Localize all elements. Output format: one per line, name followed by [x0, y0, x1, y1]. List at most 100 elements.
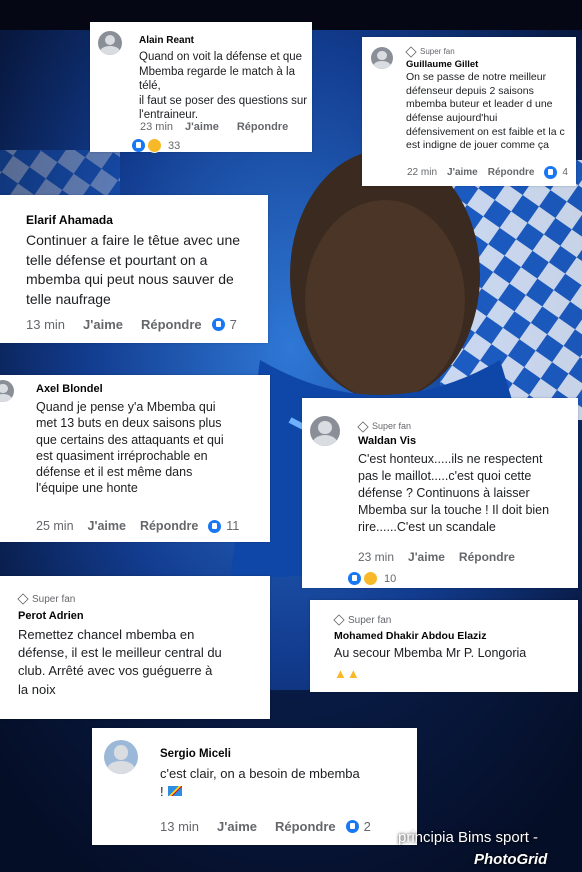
reply-button[interactable]: Répondre	[275, 819, 336, 834]
comment-time: 13 min	[26, 317, 66, 332]
avatar[interactable]	[98, 31, 122, 55]
haha-reaction-icon	[147, 138, 162, 153]
comment-line: défense ? Continuons à laisser	[358, 485, 530, 500]
comment-line: telle défense et pourtant on a	[26, 251, 208, 268]
like-reaction-icon	[132, 139, 145, 152]
comment-line: mbemba qui peut nous sauver de	[26, 271, 234, 288]
commenter-name[interactable]: Mohamed Dhakir Abdou Elaziz	[334, 630, 486, 642]
comment-card-axel-blondel: Axel Blondel Quand je pense y'a Mbemba q…	[0, 375, 270, 542]
like-reaction-icon	[211, 318, 225, 331]
commenter-name[interactable]: Guillaume Gillet	[406, 59, 478, 70]
reply-button[interactable]: Répondre	[237, 121, 288, 133]
super-fan-icon	[17, 593, 29, 606]
comment-time: 23 min	[358, 550, 395, 564]
commenter-name[interactable]: Perot Adrien	[18, 610, 84, 622]
comment-line: que certains des attaquants et qui	[36, 432, 224, 447]
like-count: 2	[345, 819, 371, 834]
comment-line: !	[160, 783, 360, 801]
comment-line: club. Arrêté avec vos guéguerre à	[18, 663, 213, 679]
reply-button[interactable]: Répondre	[459, 550, 515, 564]
comment-line: est indigne de jouer comme ça	[406, 139, 549, 152]
flag-emoji-icon	[167, 786, 182, 797]
comment-line: pas le maillot.....c'est quoi cette	[358, 468, 532, 483]
comment-line: défense, il est le meilleur central du	[18, 645, 222, 661]
comment-line: mbemba buteur et leader d une	[406, 98, 553, 111]
comment-card-waldan-vis: Super fan Waldan Vis C'est honteux.....i…	[302, 398, 578, 588]
folded-hands-emoji-icon: ▲▲	[334, 666, 360, 681]
comment-time: 13 min	[160, 819, 200, 834]
like-button[interactable]: J'aime	[83, 317, 123, 332]
comment-line: C'est honteux.....ils ne respectent	[358, 452, 543, 466]
reply-button[interactable]: Répondre	[488, 167, 535, 178]
comment-text: Continuer a faire le têtue avec une tell…	[26, 231, 240, 309]
like-count: 4	[544, 166, 568, 179]
comment-card-mohamed-dhakir: Super fan Mohamed Dhakir Abdou Elaziz Au…	[310, 600, 578, 692]
comment-actions: 23 min J'aime Répondre	[140, 121, 288, 133]
photogrid-watermark: PhotoGrid	[474, 851, 548, 868]
comment-actions: 22 min J'aime Répondre 4	[407, 166, 568, 179]
comment-card-elarif-ahamada: Elarif Ahamada Continuer a faire le têtu…	[0, 195, 268, 343]
commenter-name[interactable]: Alain Reant	[139, 35, 194, 46]
super-fan-badge: Super fan	[405, 46, 455, 58]
reaction-count: 33	[168, 139, 181, 152]
comment-line: l'équipe une honte	[36, 481, 138, 496]
comment-time: 25 min	[36, 519, 74, 533]
reply-button[interactable]: Répondre	[140, 519, 198, 533]
haha-reaction-icon	[363, 571, 378, 586]
comment-actions: 13 min J'aime Répondre 2	[160, 819, 371, 834]
comment-line: défenseur depuis 2 saisons	[406, 84, 534, 97]
comment-card-guillaume-gillet: Super fan Guillaume Gillet On se passe d…	[362, 37, 576, 186]
comment-actions: 13 min J'aime Répondre 7	[26, 317, 237, 332]
comment-line: Mbemba regarde le match à la télé,	[139, 65, 295, 93]
like-reaction-icon	[345, 820, 359, 833]
reply-button[interactable]: Répondre	[141, 317, 202, 332]
comment-line: est quasiment irréprochable en	[36, 448, 208, 463]
avatar[interactable]	[104, 740, 138, 774]
super-fan-badge: Super fan	[333, 614, 391, 627]
avatar[interactable]	[371, 47, 393, 69]
reaction-summary: 33	[132, 138, 180, 153]
comment-actions: 23 min J'aime Répondre	[358, 550, 515, 564]
reaction-count: 10	[384, 572, 397, 585]
super-fan-icon	[333, 614, 345, 627]
comment-line: défense et il est même dans	[36, 465, 193, 479]
comment-line: Au secour Mbemba Mr P. Longoria	[334, 646, 527, 660]
comment-line: On se passe de notre meilleur	[406, 71, 547, 83]
like-button[interactable]: J'aime	[185, 121, 219, 133]
comment-line: il faut se poser des questions sur	[139, 94, 308, 107]
commenter-name[interactable]: Axel Blondel	[36, 383, 103, 395]
comment-card-sergio-miceli: Sergio Miceli c'est clair, on a besoin d…	[92, 728, 417, 845]
commenter-name[interactable]: Waldan Vis	[358, 435, 416, 447]
comment-time: 23 min	[140, 121, 174, 133]
commenter-name[interactable]: Elarif Ahamada	[26, 213, 113, 227]
comment-text: Quand je pense y'a Mbemba qui met 13 but…	[36, 399, 224, 497]
comment-line: c'est clair, on a besoin de mbemba	[160, 766, 360, 781]
comment-line: la noix	[18, 681, 56, 697]
comment-line: rire......C'est un scandale	[358, 519, 496, 534]
commenter-name[interactable]: Sergio Miceli	[160, 748, 231, 760]
like-button[interactable]: J'aime	[408, 550, 445, 564]
like-button[interactable]: J'aime	[88, 519, 126, 533]
super-fan-badge: Super fan	[17, 593, 75, 606]
avatar[interactable]	[310, 416, 340, 446]
like-reaction-icon	[544, 166, 558, 179]
comment-line: Remettez chancel mbemba en	[18, 627, 195, 642]
super-fan-icon	[357, 420, 369, 433]
comment-line: Quand je pense y'a Mbemba qui	[36, 400, 216, 414]
comment-card-perot-adrien: Super fan Perot Adrien Remettez chancel …	[0, 576, 270, 719]
like-count: 11	[208, 519, 239, 533]
comment-line: telle naufrage	[26, 290, 111, 307]
super-fan-badge: Super fan	[357, 420, 411, 433]
comment-line: défensivement on est faible et la c	[406, 125, 565, 138]
comment-text: On se passe de notre meilleur défenseur …	[406, 71, 565, 153]
avatar[interactable]	[0, 380, 14, 402]
comment-text: C'est honteux.....ils ne respectent pas …	[358, 451, 549, 535]
like-reaction-icon	[208, 519, 222, 533]
like-button[interactable]: J'aime	[447, 167, 478, 178]
comment-line: Mbemba sur la touche ! Il doit bien	[358, 502, 550, 517]
comment-card-alain-reant: Alain Reant Quand on voit la défense et …	[90, 22, 312, 153]
super-fan-icon	[405, 46, 417, 58]
watermark-text: principia Bims sport -	[398, 829, 539, 846]
comment-text: c'est clair, on a besoin de mbemba !	[160, 765, 360, 801]
like-button[interactable]: J'aime	[217, 819, 257, 834]
